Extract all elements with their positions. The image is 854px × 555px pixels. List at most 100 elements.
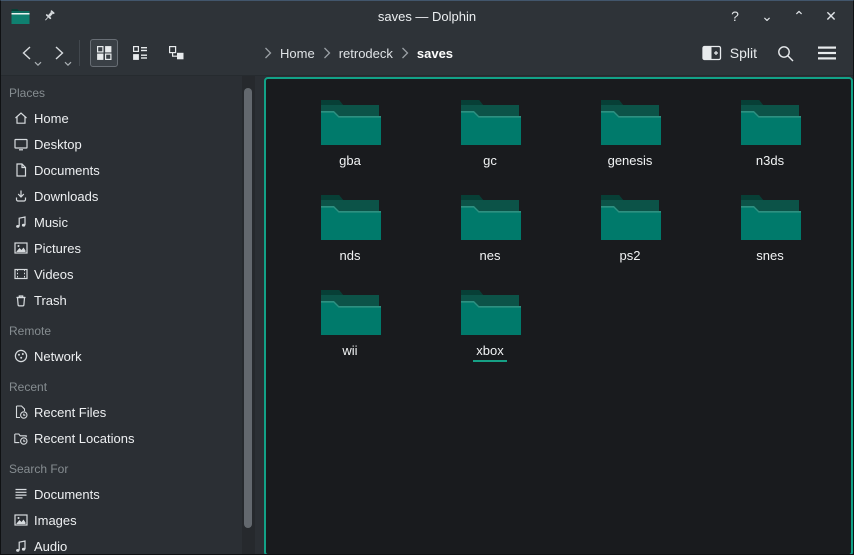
minimize-button[interactable]: ⌄	[755, 5, 779, 27]
folder-nds[interactable]: nds	[280, 192, 420, 287]
folder-snes[interactable]: snes	[700, 192, 840, 287]
sidebar-item-label: Pictures	[34, 241, 81, 256]
sidebar-item-label: Documents	[34, 163, 100, 178]
section-recent: Recent	[1, 379, 264, 395]
sidebar-item-documents[interactable]: Documents	[1, 157, 264, 183]
folder-label: xbox	[473, 343, 506, 362]
folder-label: wii	[339, 343, 360, 362]
sidebar-item-videos[interactable]: Videos	[1, 261, 264, 287]
forward-button[interactable]	[43, 38, 73, 68]
sidebar-item-search-documents[interactable]: Documents	[1, 481, 264, 507]
breadcrumb: Home retrodeck saves	[264, 31, 453, 75]
sidebar-item-recent-files[interactable]: Recent Files	[1, 399, 264, 425]
sidebar-item-label: Documents	[34, 487, 100, 502]
sidebar-item-search-audio[interactable]: Audio	[1, 533, 264, 555]
folder-grid: gba gc genesis n3ds nds	[280, 97, 851, 382]
back-button[interactable]	[13, 38, 43, 68]
tree-view-button[interactable]	[162, 39, 190, 67]
split-button-label: Split	[730, 45, 757, 61]
chevron-right-icon	[323, 47, 331, 59]
text-lines-icon	[13, 486, 29, 502]
places-panel: Places Home Desktop	[1, 76, 264, 555]
search-icon	[776, 44, 795, 63]
sidebar-item-home[interactable]: Home	[1, 105, 264, 131]
download-icon	[13, 188, 29, 204]
chevron-right-icon	[401, 47, 409, 59]
sidebar-item-label: Home	[34, 111, 69, 126]
folder-wii[interactable]: wii	[280, 287, 420, 382]
close-button[interactable]: ✕	[819, 5, 843, 27]
folder-icon	[739, 97, 801, 147]
sidebar-item-pictures[interactable]: Pictures	[1, 235, 264, 261]
folder-xbox[interactable]: xbox	[420, 287, 560, 382]
folder-label: gba	[336, 153, 364, 172]
folder-nes[interactable]: nes	[420, 192, 560, 287]
folder-gc[interactable]: gc	[420, 97, 560, 192]
image-icon	[13, 512, 29, 528]
folder-gba[interactable]: gba	[280, 97, 420, 192]
pin-icon[interactable]	[42, 9, 57, 24]
breadcrumb-retrodeck[interactable]: retrodeck	[339, 46, 393, 61]
app-folder-icon	[11, 8, 30, 24]
compact-view-button[interactable]	[126, 39, 154, 67]
sidebar-scrollbar-handle[interactable]	[244, 88, 252, 528]
sidebar-item-music[interactable]: Music	[1, 209, 264, 235]
back-history-caret[interactable]	[34, 61, 42, 67]
menu-button[interactable]	[813, 39, 841, 67]
sidebar-item-label: Audio	[34, 539, 67, 554]
network-icon	[13, 348, 29, 364]
split-view-icon	[702, 45, 722, 61]
sidebar-item-trash[interactable]: Trash	[1, 287, 264, 313]
icons-view-icon	[96, 45, 112, 61]
section-places: Places	[1, 85, 264, 101]
maximize-button[interactable]: ⌃	[787, 5, 811, 27]
help-button[interactable]: ?	[723, 5, 747, 27]
film-icon	[13, 266, 29, 282]
folder-view[interactable]: gba gc genesis n3ds nds	[264, 77, 853, 555]
music-note-icon	[13, 214, 29, 230]
icons-view-button[interactable]	[90, 39, 118, 67]
toolbar: Home retrodeck saves Split	[1, 31, 853, 76]
folder-ps2[interactable]: ps2	[560, 192, 700, 287]
breadcrumb-saves[interactable]: saves	[417, 46, 453, 61]
folder-icon	[319, 192, 381, 242]
folder-label: n3ds	[753, 153, 787, 172]
tree-view-icon	[168, 45, 185, 61]
split-button[interactable]: Split	[702, 45, 757, 61]
folder-label: nds	[337, 248, 364, 267]
sidebar-item-network[interactable]: Network	[1, 343, 264, 369]
folder-genesis[interactable]: genesis	[560, 97, 700, 192]
folder-n3ds[interactable]: n3ds	[700, 97, 840, 192]
chevron-right-icon	[264, 47, 272, 59]
sidebar-item-label: Trash	[34, 293, 67, 308]
folder-label: genesis	[605, 153, 656, 172]
search-button[interactable]	[771, 39, 799, 67]
folder-icon	[459, 287, 521, 337]
sidebar-item-downloads[interactable]: Downloads	[1, 183, 264, 209]
document-icon	[13, 162, 29, 178]
toolbar-separator	[79, 40, 80, 66]
sidebar-item-label: Network	[34, 349, 82, 364]
sidebar-item-label: Images	[34, 513, 77, 528]
folder-icon	[599, 97, 661, 147]
forward-history-caret[interactable]	[64, 61, 72, 67]
recent-folder-icon	[13, 430, 29, 446]
dolphin-window: saves — Dolphin ? ⌄ ⌃ ✕	[0, 0, 854, 555]
breadcrumb-home[interactable]: Home	[280, 46, 315, 61]
section-remote: Remote	[1, 323, 264, 339]
folder-icon	[599, 192, 661, 242]
titlebar: saves — Dolphin ? ⌄ ⌃ ✕	[1, 1, 853, 31]
image-icon	[13, 240, 29, 256]
sidebar-item-label: Downloads	[34, 189, 98, 204]
sidebar-item-search-images[interactable]: Images	[1, 507, 264, 533]
compact-view-icon	[132, 45, 148, 61]
sidebar-item-label: Recent Files	[34, 405, 106, 420]
sidebar-item-label: Recent Locations	[34, 431, 134, 446]
folder-icon	[459, 97, 521, 147]
sidebar-item-recent-locations[interactable]: Recent Locations	[1, 425, 264, 451]
sidebar-item-label: Videos	[34, 267, 74, 282]
sidebar-item-desktop[interactable]: Desktop	[1, 131, 264, 157]
sidebar-item-label: Desktop	[34, 137, 82, 152]
folder-icon	[459, 192, 521, 242]
folder-label: ps2	[617, 248, 644, 267]
